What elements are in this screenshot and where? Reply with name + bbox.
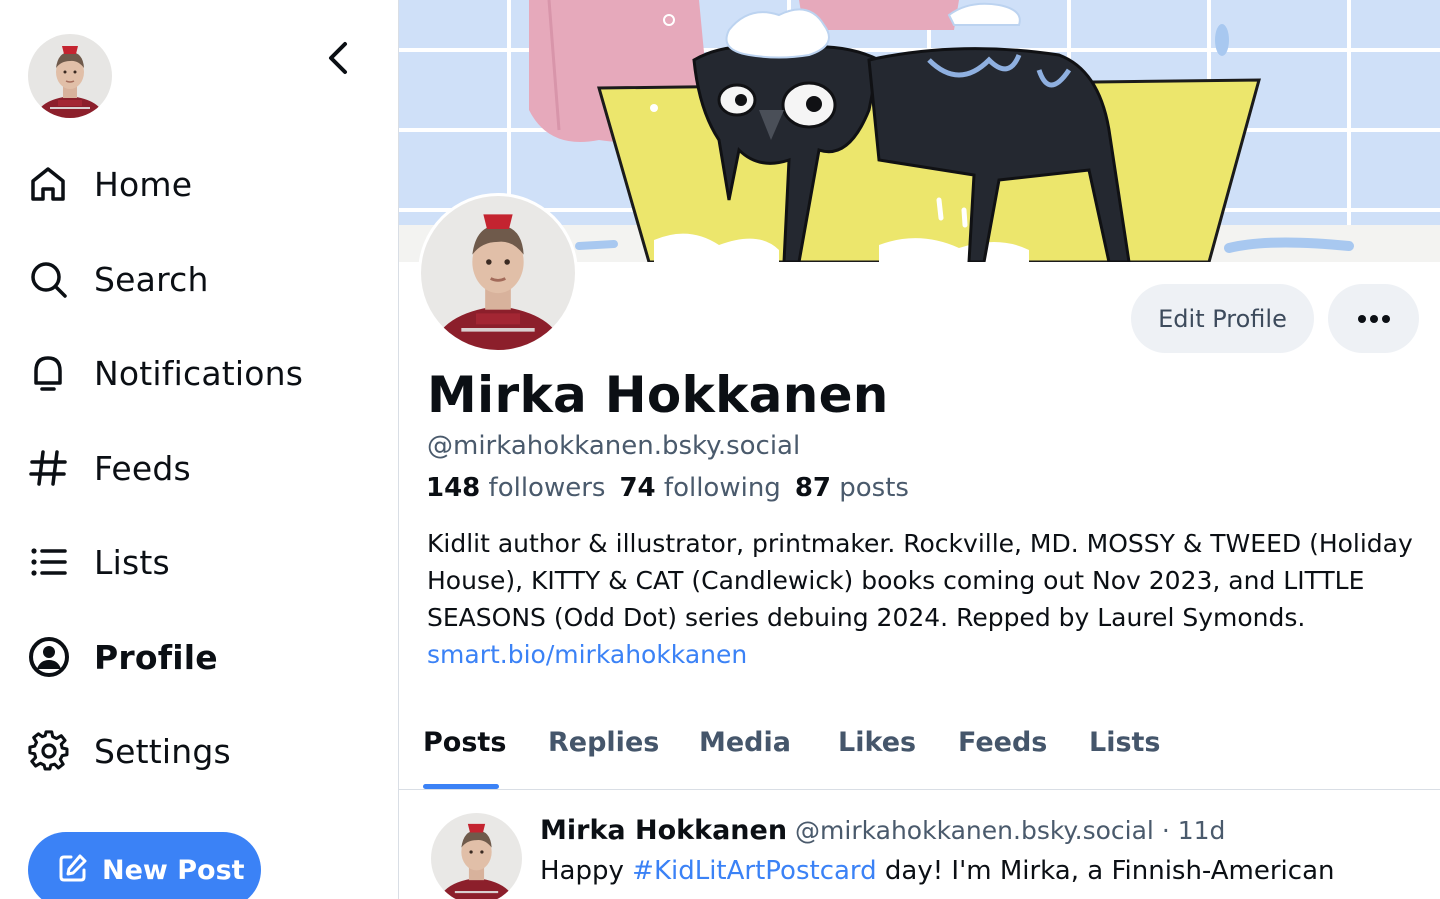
profile-tabs: Posts Replies Media Likes Feeds Lists: [399, 712, 1440, 790]
gear-icon: [28, 727, 76, 775]
sidebar-item-search[interactable]: Search: [28, 249, 358, 309]
sidebar: Home Search Notifications Feeds Lists Pr…: [0, 0, 398, 899]
bell-icon: [28, 349, 76, 397]
sidebar-item-home[interactable]: Home: [28, 154, 358, 214]
sidebar-item-label: Feeds: [94, 448, 191, 488]
active-tab-indicator: [423, 784, 499, 789]
post-author-handle[interactable]: @mirkahokkanen.bsky.social: [795, 816, 1154, 845]
profile-display-name: Mirka Hokkanen: [427, 366, 889, 424]
collapse-sidebar-button[interactable]: [318, 38, 358, 78]
following-count: 74: [619, 473, 656, 503]
post-hashtag[interactable]: #KidLitArtPostcard: [632, 856, 877, 886]
tab-replies[interactable]: Replies: [548, 727, 659, 758]
sidebar-item-label: Profile: [94, 637, 218, 677]
post-avatar[interactable]: [431, 813, 522, 899]
home-icon: [28, 160, 76, 208]
sidebar-item-settings[interactable]: Settings: [28, 721, 358, 781]
posts-stat: 87 posts: [795, 473, 909, 503]
profile-stats: 148 followers 74 following 87 posts: [426, 473, 923, 503]
edit-profile-button[interactable]: Edit Profile: [1131, 284, 1314, 353]
tab-lists[interactable]: Lists: [1089, 727, 1161, 758]
edit-icon: [58, 853, 88, 887]
tab-posts[interactable]: Posts: [423, 727, 506, 758]
followers-label: followers: [488, 473, 606, 503]
post-separator: ·: [1161, 816, 1170, 845]
profile-bio: Kidlit author & illustrator, printmaker.…: [427, 525, 1427, 673]
posts-count: 87: [794, 473, 831, 503]
hash-icon: [28, 444, 76, 492]
profile-handle: @mirkahokkanen.bsky.social: [427, 431, 801, 461]
chevron-left-icon: [329, 42, 347, 74]
followers-stat[interactable]: 148 followers: [426, 473, 605, 503]
user-circle-icon: [28, 633, 76, 681]
bio-text: Kidlit author & illustrator, printmaker.…: [427, 529, 1413, 632]
ellipsis-icon: [1357, 314, 1390, 323]
bio-link[interactable]: smart.bio/mirkahokkanen: [427, 636, 1427, 673]
sidebar-item-feeds[interactable]: Feeds: [28, 438, 358, 498]
post-text-end: day! I'm Mirka, a Finnish-American: [876, 856, 1335, 886]
profile-main: Edit Profile Mirka Hokkanen @mirkahokkan…: [399, 0, 1440, 899]
sidebar-avatar[interactable]: [28, 34, 112, 118]
post-header: Mirka Hokkanen @mirkahokkanen.bsky.socia…: [540, 815, 1225, 846]
tab-feeds[interactable]: Feeds: [958, 727, 1047, 758]
new-post-label: New Post: [102, 854, 245, 886]
list-icon: [28, 538, 76, 586]
new-post-button[interactable]: New Post: [28, 832, 261, 899]
profile-avatar[interactable]: [418, 193, 578, 353]
sidebar-item-label: Lists: [94, 542, 170, 582]
feed-post[interactable]: Mirka Hokkanen @mirkahokkanen.bsky.socia…: [399, 791, 1440, 899]
sidebar-item-lists[interactable]: Lists: [28, 532, 358, 592]
tab-media[interactable]: Media: [699, 727, 791, 758]
post-text: Happy #KidLitArtPostcard day! I'm Mirka,…: [540, 853, 1420, 890]
sidebar-item-notifications[interactable]: Notifications: [28, 343, 358, 403]
following-stat[interactable]: 74 following: [619, 473, 780, 503]
posts-label: posts: [839, 473, 909, 503]
sidebar-item-label: Home: [94, 164, 193, 204]
sidebar-item-label: Notifications: [94, 353, 304, 393]
following-label: following: [663, 473, 781, 503]
post-timestamp[interactable]: 11d: [1178, 816, 1226, 845]
more-options-button[interactable]: [1328, 284, 1419, 353]
sidebar-item-label: Search: [94, 259, 209, 299]
sidebar-item-label: Settings: [94, 731, 231, 771]
search-icon: [28, 255, 76, 303]
followers-count: 148: [426, 473, 481, 503]
post-text-start: Happy: [540, 856, 633, 886]
sidebar-item-profile[interactable]: Profile: [28, 627, 358, 687]
tab-likes[interactable]: Likes: [838, 727, 916, 758]
post-author-name[interactable]: Mirka Hokkanen: [540, 815, 787, 846]
